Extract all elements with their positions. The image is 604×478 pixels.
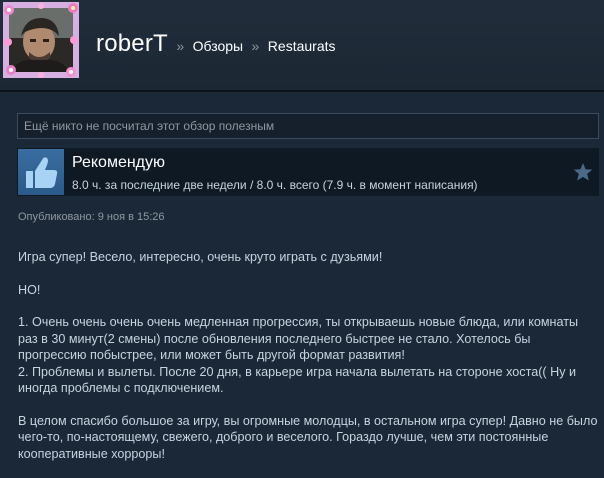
- review-paragraph: В целом спасибо большое за игру, вы огро…: [18, 413, 598, 461]
- page-title: roberT » Обзоры » Restaurats: [96, 30, 336, 58]
- breadcrumb-separator: »: [251, 38, 260, 54]
- header-divider: [0, 90, 604, 92]
- review-page: roberT » Обзоры » Restaurats Ещё никто н…: [0, 0, 604, 478]
- posted-date: Опубликовано: 9 ноя в 15:26: [18, 211, 165, 223]
- breadcrumb-reviews-link[interactable]: Обзоры: [193, 38, 244, 54]
- review-paragraph: Игра супер! Весело, интересно, очень кру…: [18, 250, 383, 264]
- recommendation-header: Рекомендую 8.0 ч. за последние две недел…: [17, 148, 599, 196]
- thumbs-up-icon: [18, 149, 64, 195]
- avatar[interactable]: [3, 2, 79, 78]
- recommendation-title: Рекомендую: [72, 154, 166, 171]
- helpful-count-box: Ещё никто не посчитал этот обзор полезны…: [17, 113, 599, 139]
- breadcrumb-game-link[interactable]: Restaurats: [268, 38, 336, 54]
- review-paragraph: 2. Проблемы и вылеты. После 20 дня, в ка…: [18, 364, 577, 396]
- breadcrumb-separator: »: [176, 38, 185, 54]
- playtime-hours: 8.0 ч. за последние две недели / 8.0 ч. …: [72, 178, 478, 192]
- profile-header: roberT » Обзоры » Restaurats: [0, 0, 604, 90]
- review-paragraph: 1. Очень очень очень очень медленная про…: [18, 315, 579, 362]
- star-icon[interactable]: [572, 161, 594, 183]
- username-link[interactable]: roberT: [96, 30, 168, 57]
- review-paragraph: НО!: [18, 282, 41, 297]
- review-body: Игра супер! Весело, интересно, очень кру…: [18, 249, 600, 462]
